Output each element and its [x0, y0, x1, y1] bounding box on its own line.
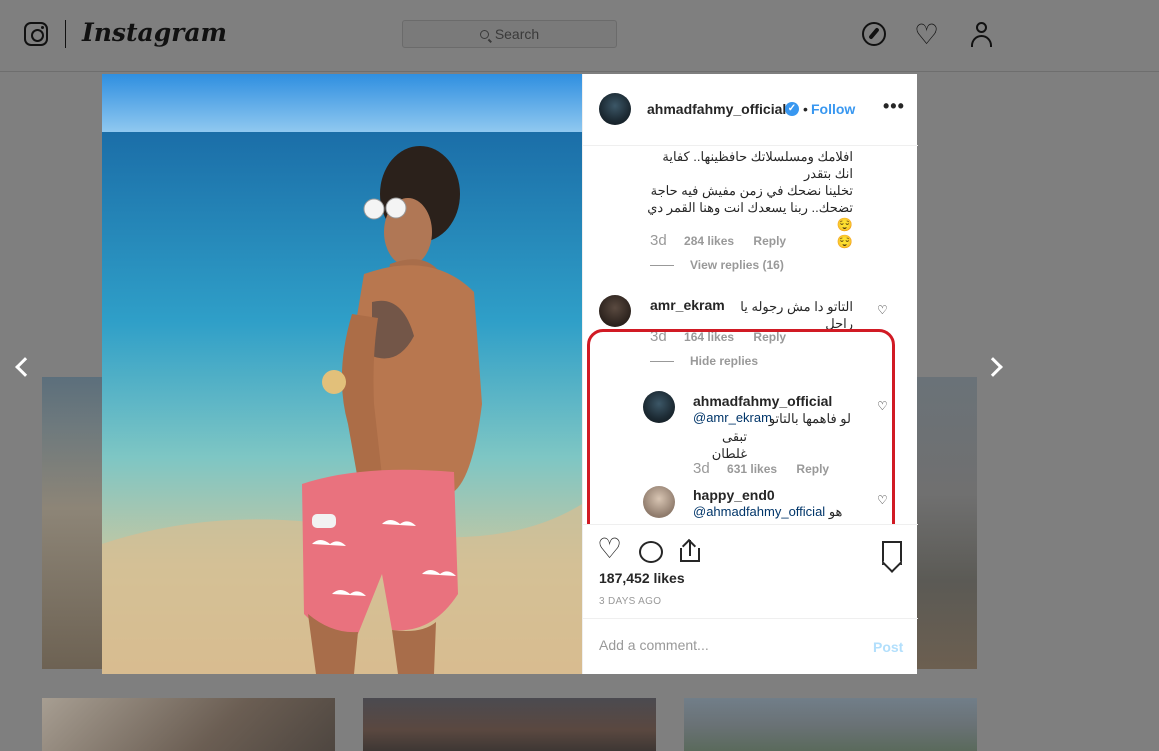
logo-divider	[65, 20, 66, 48]
comment-text-line: افلامك ومسلسلاتك حافظينها.. كفاية انك بت…	[662, 149, 853, 181]
background-grid-thumbnail[interactable]	[917, 377, 977, 669]
search-icon	[479, 29, 489, 39]
beach-photo-illustration	[102, 74, 582, 674]
follow-button[interactable]: Follow	[811, 101, 855, 117]
heart-icon[interactable]: ♡	[914, 21, 939, 49]
add-comment-area: Post	[583, 618, 918, 674]
profile-icon[interactable]	[970, 22, 994, 48]
post-side-panel: ahmadfahmy_official ✓ • Follow ••• افلام…	[582, 74, 918, 674]
commenter-avatar[interactable]	[599, 295, 631, 327]
post-comment-button[interactable]: Post	[873, 639, 903, 655]
compass-icon[interactable]	[862, 22, 886, 46]
red-highlight-annotation	[587, 329, 895, 524]
instagram-wordmark[interactable]: Instagram	[82, 18, 227, 47]
post-date[interactable]: 3 DAYS AGO	[599, 596, 661, 607]
reply-button[interactable]: Reply	[753, 234, 786, 248]
comment-text: التاتو دا مش رجوله يا راجل	[740, 299, 853, 331]
comment-text-line: تخلينا نضحك في زمن مفيش فيه حاجة	[650, 183, 853, 198]
comment-username[interactable]: amr_ekram	[650, 297, 725, 313]
likes-count[interactable]: 187,452 likes	[599, 570, 685, 586]
comment-likes[interactable]: 284 likes	[684, 234, 734, 248]
post-header: ahmadfahmy_official ✓ • Follow •••	[583, 74, 918, 146]
search-placeholder: Search	[494, 26, 540, 42]
author-avatar[interactable]	[599, 93, 631, 125]
verified-badge-icon: ✓	[785, 102, 799, 116]
next-post-arrow-icon[interactable]	[983, 357, 1003, 377]
like-comment-heart-icon[interactable]: ♡	[877, 303, 888, 317]
more-options-icon[interactable]: •••	[883, 96, 905, 117]
instagram-camera-icon[interactable]	[24, 22, 48, 46]
search-box[interactable]: Search	[402, 20, 617, 48]
add-comment-input[interactable]	[599, 637, 849, 653]
view-replies-button[interactable]: View replies (16)	[650, 258, 784, 272]
comment-text-line: تضحك.. ربنا يسعدك انت وهنا القمر دي 😌	[647, 200, 853, 232]
top-navigation-bar: Instagram Search ♡	[0, 0, 1159, 72]
share-icon[interactable]	[679, 538, 701, 563]
like-heart-icon[interactable]: ♡	[597, 535, 622, 563]
background-grid-thumbnail[interactable]	[42, 377, 102, 669]
post-modal: ahmadfahmy_official ✓ • Follow ••• افلام…	[102, 74, 918, 674]
author-username[interactable]: ahmadfahmy_official	[647, 101, 786, 117]
background-grid-thumbnail[interactable]	[363, 698, 656, 751]
comment-meta: 3d 284 likes Reply	[650, 232, 786, 249]
previous-post-arrow-icon[interactable]	[15, 357, 35, 377]
comment-time[interactable]: 3d	[650, 232, 667, 249]
background-grid-thumbnail[interactable]	[42, 698, 335, 751]
post-photo[interactable]	[102, 74, 582, 674]
comments-list[interactable]: افلامك ومسلسلاتك حافظينها.. كفاية انك بت…	[583, 146, 918, 524]
separator-dot: •	[803, 101, 808, 117]
background-grid-thumbnail[interactable]	[684, 698, 977, 751]
comment-bubble-icon[interactable]	[639, 541, 663, 563]
bookmark-icon[interactable]	[882, 541, 902, 565]
